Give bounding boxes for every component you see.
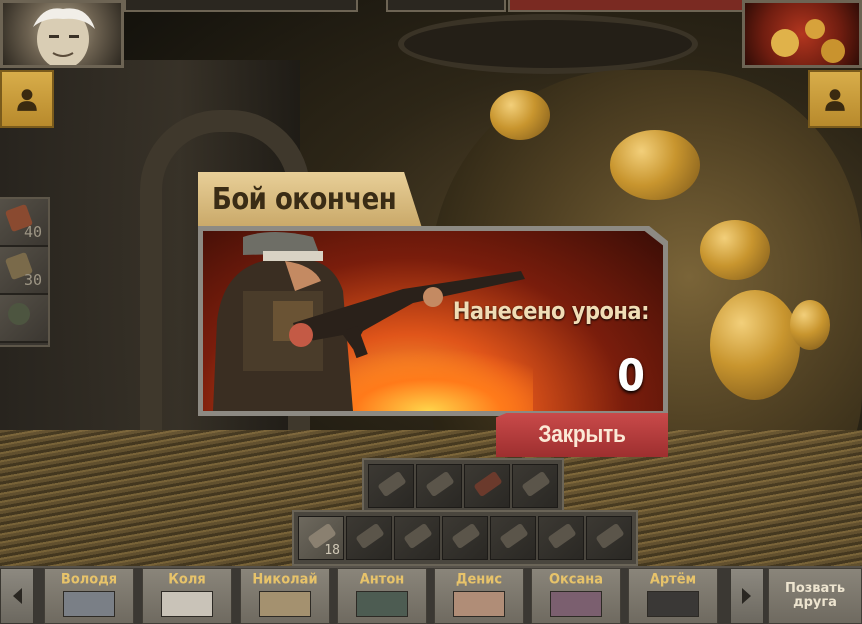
grenade-icon (4, 299, 34, 329)
item-count: 30 (23, 271, 42, 289)
boss-avatar[interactable] (742, 0, 862, 68)
invite-label-line2: друга (793, 595, 837, 610)
damage-dealt-label: Нанесено урона: (452, 297, 650, 325)
damage-dealt-value: 0 (617, 350, 645, 402)
weapon-slot[interactable] (416, 464, 462, 508)
friend-card[interactable]: Артём (628, 568, 718, 624)
launcher-icon (499, 522, 529, 550)
weapon-slot[interactable] (512, 464, 558, 508)
user-silhouette-icon (17, 89, 37, 111)
weapon-slot[interactable] (394, 516, 440, 560)
creature-egg (610, 130, 700, 200)
shotgun-icon (403, 522, 433, 550)
friend-name: Артём (649, 571, 697, 588)
friend-card[interactable]: Коля (142, 568, 232, 624)
friend-avatar (161, 591, 213, 617)
creature-egg (710, 290, 800, 400)
weapon-slot[interactable] (586, 516, 632, 560)
friend-name: Антон (359, 571, 405, 588)
grenade-icon (425, 470, 455, 498)
friend-avatar (259, 591, 311, 617)
friend-name: Володя (60, 571, 118, 588)
player-avatar[interactable] (0, 0, 124, 68)
friend-card[interactable]: Оксана (531, 568, 621, 624)
friend-card[interactable]: Антон (337, 568, 427, 624)
friend-name: Николай (252, 571, 318, 588)
modal-title-tab: Бой окончен (198, 172, 422, 228)
close-button[interactable]: Закрыть (496, 413, 668, 457)
player-profile-button[interactable] (0, 70, 54, 128)
consumables-panel: 40 30 (0, 197, 50, 347)
battle-result-modal: Нанесено урона: 0 (198, 226, 668, 416)
weapon-slot[interactable]: 18 (298, 516, 344, 560)
friends-prev-button[interactable] (0, 568, 34, 624)
old-man-portrait-icon (33, 8, 95, 65)
boss-info-button[interactable] (808, 70, 862, 128)
center-status-bar (386, 0, 506, 12)
pistol-icon (355, 522, 385, 550)
weapon-slot[interactable] (442, 516, 488, 560)
smg-icon (451, 522, 481, 550)
user-silhouette-icon (825, 89, 845, 111)
knife-icon (377, 470, 407, 498)
consumable-slot[interactable]: 40 (0, 199, 48, 247)
friend-name: Оксана (548, 571, 604, 588)
consumable-slot[interactable] (0, 295, 48, 343)
weapon-slot[interactable] (346, 516, 392, 560)
rifle-icon (547, 522, 577, 550)
consumable-slot[interactable]: 30 (0, 247, 48, 295)
friend-avatar (63, 591, 115, 617)
ceiling-gear-ornament (398, 14, 698, 74)
boss-health-bar (508, 0, 744, 12)
weapon-row-bottom: 18 (292, 510, 638, 566)
friend-avatar (647, 591, 699, 617)
friend-avatar (356, 591, 408, 617)
weapon-slot[interactable] (490, 516, 536, 560)
chevron-left-icon (13, 588, 22, 604)
modal-artwork-panel: Нанесено урона: 0 (203, 231, 663, 411)
creature-egg (490, 90, 550, 140)
weapon-slot[interactable] (538, 516, 584, 560)
invite-label-line1: Позвать (784, 581, 846, 596)
friend-card[interactable]: Денис (434, 568, 524, 624)
mutant-portrait-icon (771, 19, 845, 63)
invite-friend-button[interactable]: Позвать друга (768, 568, 862, 624)
chevron-right-icon (742, 588, 751, 604)
player-health-bar (124, 0, 358, 12)
weapon-slot[interactable] (368, 464, 414, 508)
explosive-icon (521, 470, 551, 498)
weapon-slot[interactable] (464, 464, 510, 508)
friend-avatar (453, 591, 505, 617)
friend-name: Коля (168, 571, 206, 588)
slot-count: 18 (324, 543, 340, 558)
sniper-icon (595, 522, 625, 550)
friend-card[interactable]: Володя (44, 568, 134, 624)
friend-card[interactable]: Николай (240, 568, 330, 624)
friends-next-button[interactable] (730, 568, 764, 624)
creature-egg (790, 300, 830, 350)
friend-name: Денис (455, 571, 503, 588)
item-count: 40 (23, 223, 42, 241)
dynamite-icon (473, 470, 503, 498)
weapon-row-top (362, 458, 564, 514)
close-button-label: Закрыть (538, 421, 626, 448)
creature-egg (700, 220, 770, 280)
friend-avatar (550, 591, 602, 617)
modal-title: Бой окончен (212, 182, 397, 218)
